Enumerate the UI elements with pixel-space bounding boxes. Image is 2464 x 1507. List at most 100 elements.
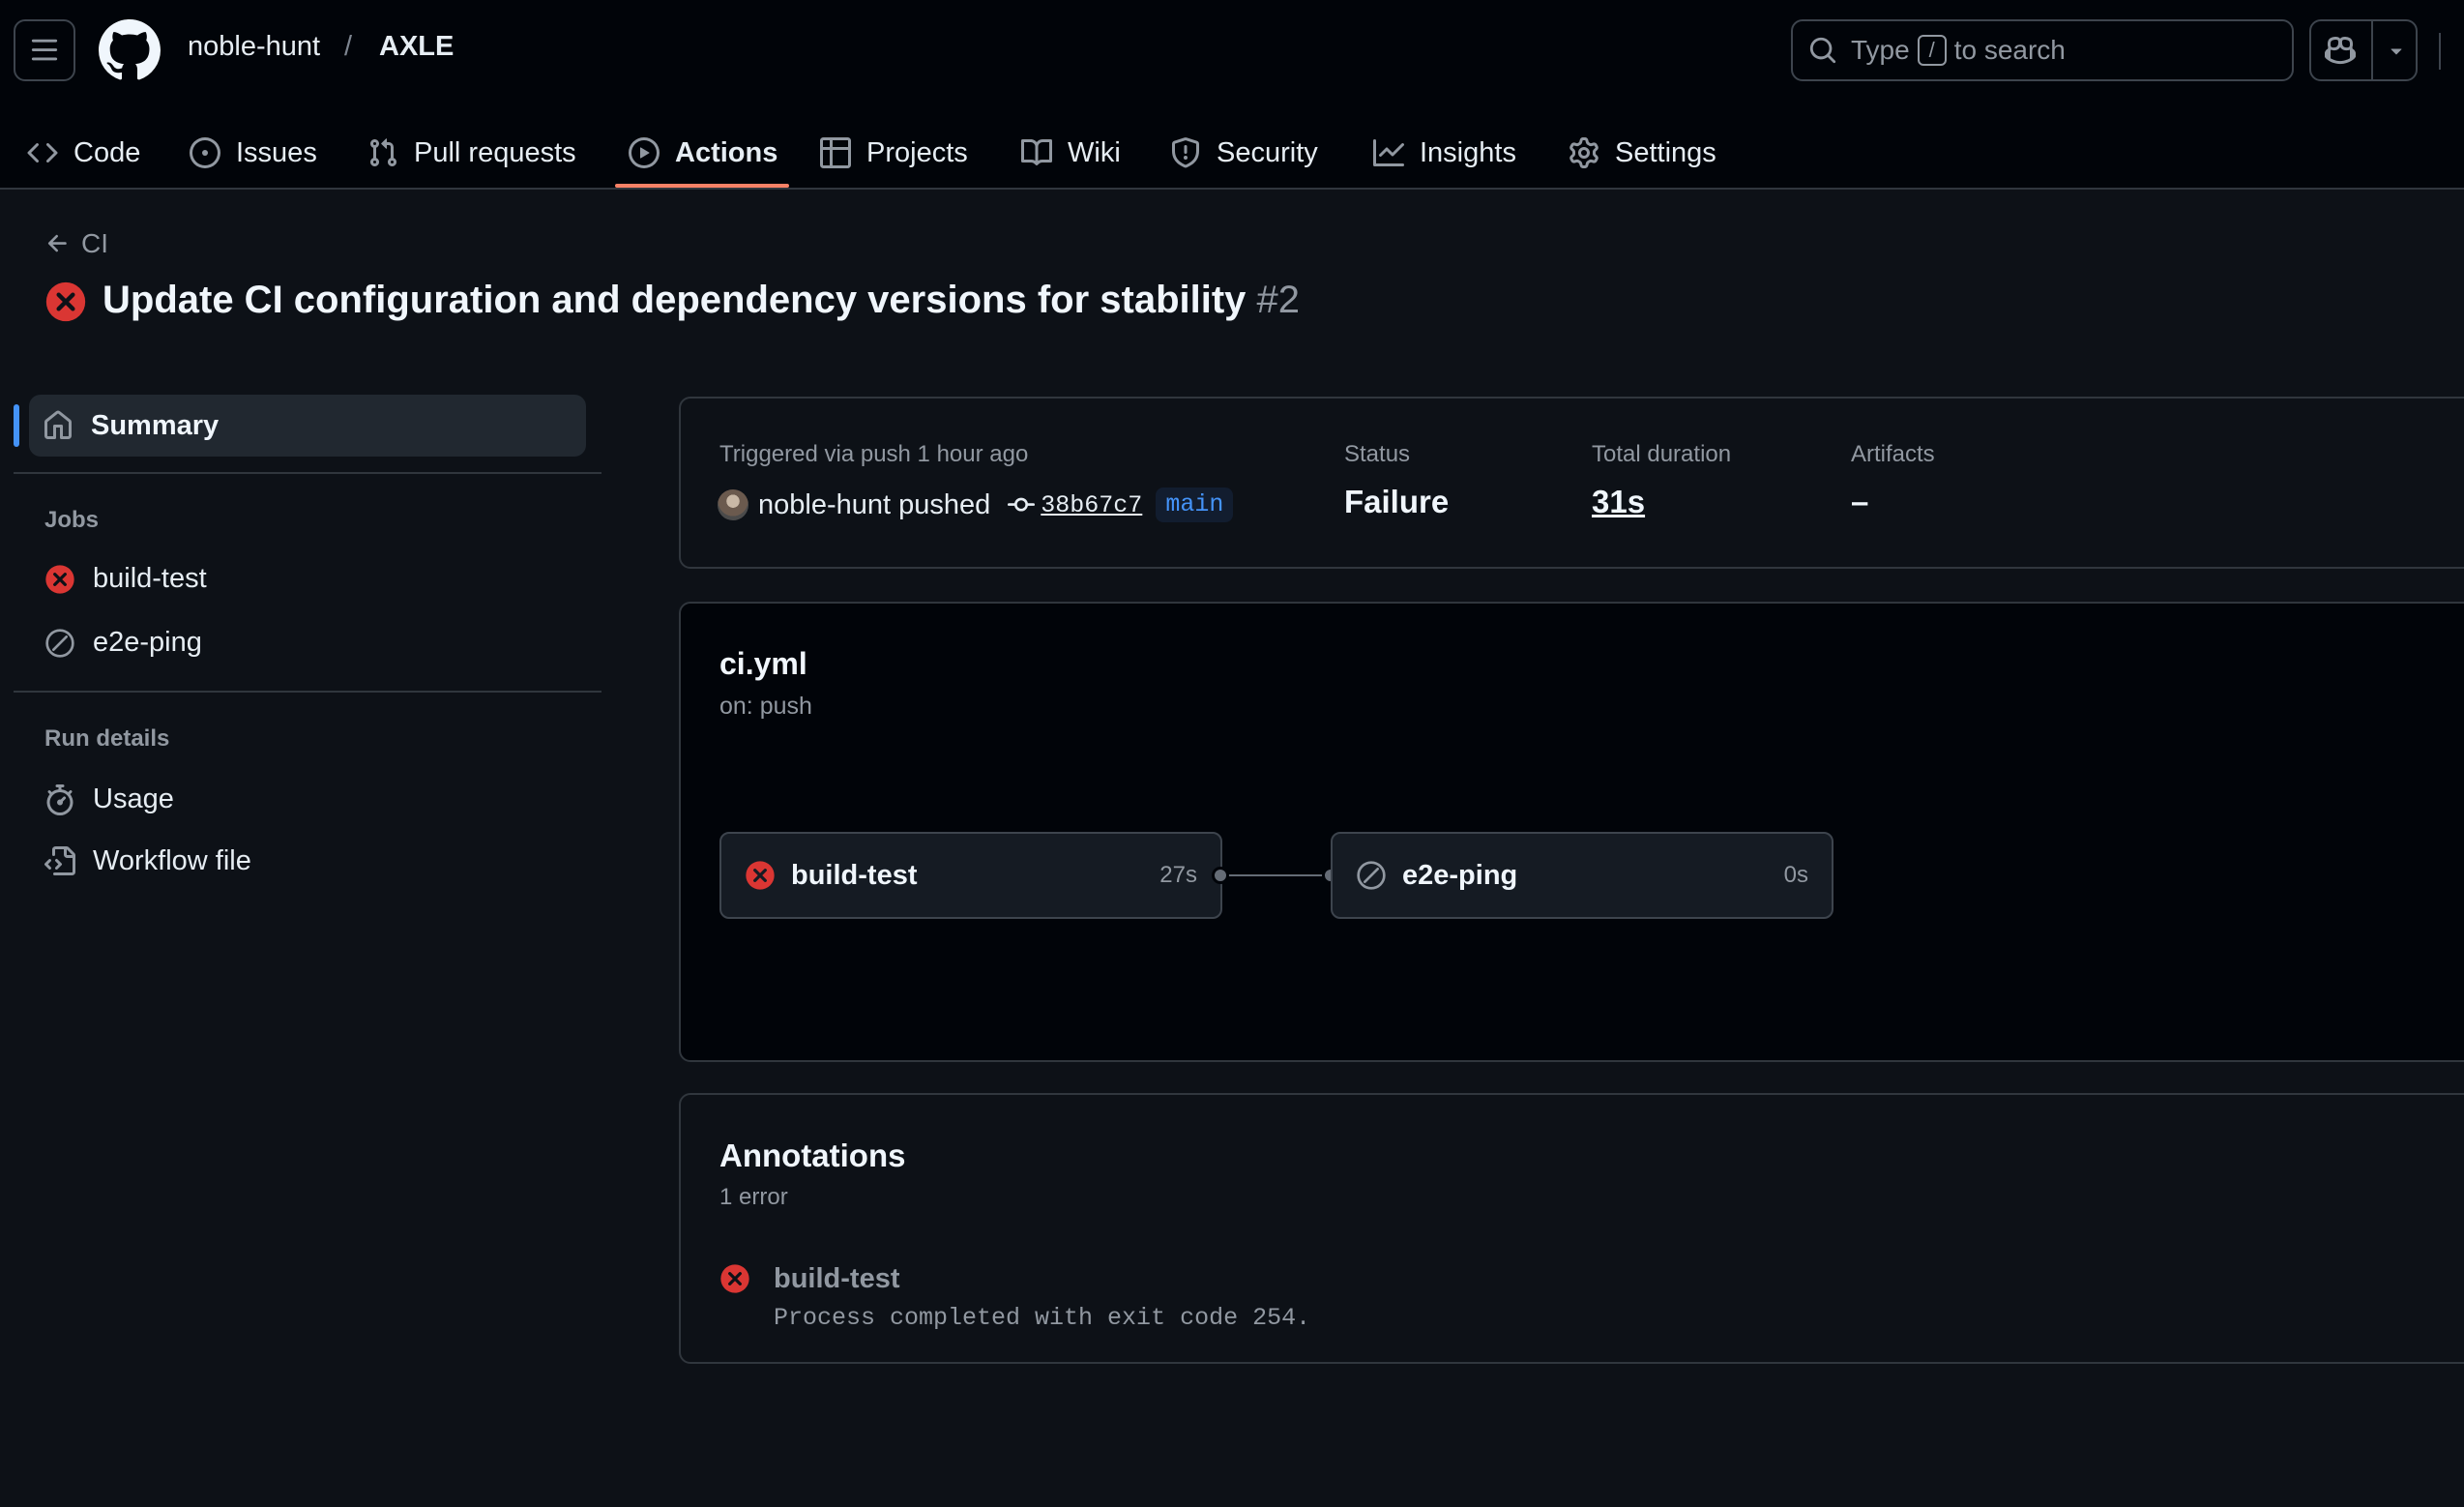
- tab-actions[interactable]: Actions: [629, 116, 777, 190]
- commit-link[interactable]: 38b67c7: [1008, 491, 1142, 519]
- annotation-message: Process completed with exit code 254.: [774, 1304, 1311, 1332]
- github-logo-icon[interactable]: [99, 19, 161, 81]
- artifacts-value: –: [1851, 484, 1869, 519]
- run-details-heading: Run details: [44, 725, 170, 752]
- book-icon: [1021, 138, 1052, 165]
- search-placeholder-start: Type: [1851, 35, 1910, 65]
- tab-security[interactable]: Security: [1170, 116, 1318, 190]
- job-name: e2e-ping: [1402, 859, 1518, 891]
- git-commit-icon: [1008, 497, 1036, 512]
- pull-request-icon: [369, 138, 397, 167]
- avatar[interactable]: [718, 489, 748, 520]
- tab-label: Pull requests: [414, 136, 576, 168]
- search-shortcut-key: /: [1917, 35, 1947, 66]
- duration-link[interactable]: 31s: [1592, 484, 1645, 520]
- sidebar-item-summary[interactable]: Summary: [29, 395, 586, 457]
- failure-icon: [45, 564, 74, 594]
- table-icon: [820, 137, 851, 168]
- active-tab-underline: [615, 184, 789, 188]
- back-label: CI: [81, 228, 108, 258]
- triggered-label: Triggered via push 1 hour ago: [719, 441, 1029, 467]
- workflow-file-name: ci.yml: [719, 646, 807, 681]
- sidebar-item-label: Workflow file: [93, 845, 251, 876]
- push-info: noble-hunt pushed 38b67c7 main: [718, 488, 1234, 522]
- sidebar-divider: [14, 472, 601, 474]
- repo-name-link[interactable]: AXLE: [379, 31, 454, 63]
- failure-icon: [45, 281, 86, 322]
- search-icon: [1809, 37, 1836, 64]
- play-icon: [629, 137, 660, 168]
- page-title: Update CI configuration and dependency v…: [103, 279, 1300, 322]
- tab-wiki[interactable]: Wiki: [1021, 116, 1121, 190]
- tab-label: Security: [1217, 136, 1318, 168]
- sidebar-job-build-test[interactable]: build-test: [44, 563, 207, 595]
- issue-icon: [190, 137, 220, 168]
- sidebar-active-indicator: [14, 404, 19, 447]
- sidebar-item-workflow-file[interactable]: Workflow file: [44, 845, 251, 877]
- arrow-left-icon: [47, 234, 67, 252]
- status-label: Status: [1344, 441, 1411, 467]
- skipped-icon: [1357, 861, 1386, 890]
- sidebar-job-e2e-ping[interactable]: e2e-ping: [44, 627, 202, 659]
- job-duration: 27s: [1159, 862, 1197, 888]
- search-placeholder-end: to search: [1953, 35, 2066, 65]
- duration-label: Total duration: [1592, 441, 1732, 467]
- tab-pull-requests[interactable]: Pull requests: [367, 116, 576, 190]
- copilot-divider: [2371, 21, 2373, 79]
- sidebar-item-label: build-test: [93, 563, 207, 594]
- gear-icon: [1569, 137, 1599, 168]
- copilot-button[interactable]: [2309, 19, 2418, 81]
- tab-settings[interactable]: Settings: [1569, 116, 1716, 190]
- graph-icon: [1373, 139, 1404, 166]
- commit-sha: 38b67c7: [1041, 490, 1143, 519]
- sidebar-item-usage[interactable]: Usage: [44, 783, 174, 815]
- tab-label: Actions: [675, 136, 778, 168]
- shield-icon: [1172, 137, 1199, 168]
- run-number: #2: [1256, 279, 1301, 321]
- tab-label: Insights: [1420, 136, 1516, 168]
- tab-issues[interactable]: Issues: [190, 116, 317, 190]
- run-summary-card: [679, 397, 2464, 569]
- chevron-down-icon[interactable]: [2385, 39, 2408, 62]
- sidebar-item-label: e2e-ping: [93, 627, 202, 658]
- annotation-job-link[interactable]: build-test: [774, 1263, 900, 1295]
- tab-code[interactable]: Code: [27, 116, 140, 190]
- job-connector-line: [1220, 874, 1333, 876]
- job-duration: 0s: [1783, 862, 1808, 888]
- skipped-icon: [45, 628, 74, 658]
- tab-label: Code: [73, 136, 141, 168]
- job-node-build-test[interactable]: build-test 27s: [719, 832, 1222, 919]
- breadcrumb-separator: /: [344, 31, 353, 62]
- tab-label: Settings: [1615, 136, 1716, 168]
- annotations-title: Annotations: [719, 1138, 906, 1173]
- code-icon: [27, 142, 58, 163]
- jobs-heading: Jobs: [44, 507, 100, 533]
- pusher-link[interactable]: noble-hunt: [758, 489, 891, 521]
- tab-projects[interactable]: Projects: [820, 116, 968, 190]
- sidebar-item-label: Usage: [93, 783, 174, 814]
- annotations-count: 1 error: [719, 1184, 788, 1210]
- hamburger-menu-button[interactable]: [14, 19, 75, 81]
- search-input[interactable]: Type / to search: [1791, 19, 2294, 81]
- tab-label: Wiki: [1068, 136, 1121, 168]
- job-node-e2e-ping[interactable]: e2e-ping 0s: [1331, 832, 1833, 919]
- back-to-workflow-link[interactable]: CI: [44, 228, 108, 259]
- global-header: noble-hunt / AXLE Type / to search Code …: [0, 0, 2464, 190]
- tab-label: Projects: [866, 136, 968, 168]
- connector-dot: [1212, 867, 1229, 884]
- file-code-icon: [44, 845, 75, 875]
- header-divider: [2439, 33, 2441, 70]
- copilot-icon: [2325, 36, 2356, 65]
- run-title: Update CI configuration and dependency v…: [103, 279, 1247, 321]
- job-name: build-test: [791, 859, 918, 891]
- artifacts-label: Artifacts: [1851, 441, 1935, 467]
- repo-owner-link[interactable]: noble-hunt: [188, 31, 320, 63]
- home-icon: [44, 410, 72, 439]
- hamburger-icon: [31, 39, 58, 61]
- stopwatch-icon: [46, 783, 73, 815]
- sidebar-item-label: Summary: [91, 409, 220, 441]
- branch-label[interactable]: main: [1156, 488, 1234, 522]
- failure-icon: [746, 861, 775, 890]
- workflow-trigger: on: push: [719, 693, 812, 720]
- tab-insights[interactable]: Insights: [1373, 116, 1516, 190]
